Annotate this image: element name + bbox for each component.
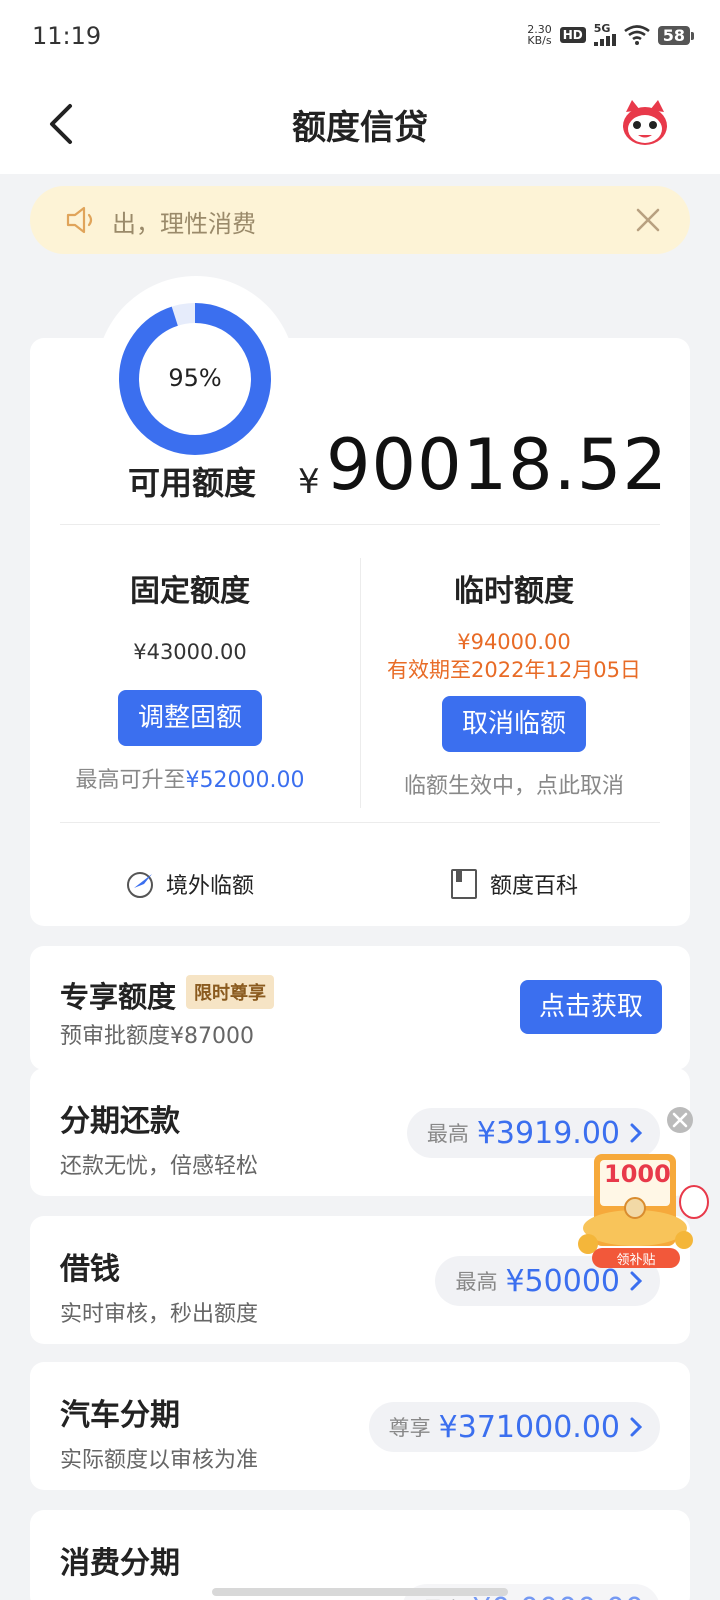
- product-title: 消费分期: [60, 1546, 180, 1581]
- exclusive-credit-title: 专享额度: [60, 980, 177, 1014]
- notice-banner[interactable]: 出，理性消费: [30, 186, 690, 254]
- status-bar: 11:19 2.30 KB/s HD 5G 58: [0, 0, 720, 78]
- get-credit-button[interactable]: 点击获取: [520, 980, 662, 1034]
- battery-icon: 58: [657, 25, 695, 45]
- amount-prefix: 最高: [426, 1122, 469, 1146]
- currency-symbol: ¥: [298, 462, 320, 502]
- ad-label: 领补贴: [616, 1253, 656, 1268]
- list-item[interactable]: 消费分期 最高 ¥0.0000.00: [30, 1510, 690, 1600]
- amount-value: ¥371000.00: [438, 1409, 620, 1445]
- ad-amount: 1000: [604, 1160, 671, 1188]
- fixed-credit-hint: 最高可升至¥52000.00: [40, 762, 340, 794]
- credit-wiki-label: 额度百科: [490, 874, 579, 899]
- fixed-credit-section: 固定额度 ¥43000.00 调整固额 最高可升至¥52000.00: [40, 566, 340, 794]
- book-icon: [451, 869, 477, 899]
- product-title: 分期还款: [60, 1104, 180, 1139]
- exclusive-credit-subtitle: 预审批额度¥87000: [60, 1024, 254, 1049]
- signal-icon: 5G: [593, 22, 616, 46]
- chevron-right-icon: [630, 1271, 643, 1291]
- credit-wiki-link[interactable]: 额度百科: [448, 868, 578, 900]
- amount-prefix: 最高: [455, 1270, 498, 1294]
- subsidy-float-ad[interactable]: 1000 领补贴: [566, 1106, 714, 1272]
- available-credit-amount: 90018.52: [326, 424, 669, 506]
- product-amount-pill[interactable]: 尊享 ¥371000.00: [368, 1402, 660, 1452]
- fixed-credit-amount: ¥43000.00: [133, 640, 247, 664]
- hint-prefix: 最高可升至: [75, 768, 186, 793]
- hd-icon: HD: [559, 27, 586, 43]
- overseas-temp-credit-label: 境外临额: [166, 874, 255, 899]
- product-subtitle: 实际额度以审核为准: [60, 1448, 259, 1473]
- temporary-credit-hint[interactable]: 临额生效中，点此取消: [364, 768, 664, 800]
- product-subtitle: 还款无忧，倍感轻松: [60, 1154, 259, 1179]
- network-speed: 2.30 KB/s: [527, 24, 552, 46]
- temporary-credit-validity: 有效期至2022年12月05日: [387, 658, 641, 682]
- product-subtitle: 实时审核，秒出额度: [60, 1302, 259, 1327]
- overseas-temp-credit-link[interactable]: 境外临额: [124, 868, 254, 900]
- temporary-credit-amount: ¥94000.00: [457, 630, 571, 654]
- divider: [60, 822, 660, 823]
- divider: [60, 524, 660, 525]
- page-title: 额度信贷: [292, 108, 428, 148]
- available-credit-label: 可用额度: [128, 464, 257, 502]
- max-limit-value: ¥52000.00: [185, 768, 305, 793]
- ring-percent: 95%: [168, 364, 222, 392]
- exclusive-credit-card: 专享额度 限时尊享 预审批额度¥87000 点击获取: [30, 946, 690, 1070]
- status-icons: 2.30 KB/s HD 5G 58: [527, 22, 695, 46]
- limited-tag: 限时尊享: [186, 975, 274, 1009]
- status-time: 11:19: [32, 22, 102, 50]
- net-speed-unit: KB/s: [527, 34, 552, 47]
- signal-label: 5G: [593, 22, 611, 35]
- temporary-credit-title: 临时额度: [454, 574, 574, 609]
- chevron-right-icon: [630, 1417, 643, 1437]
- plane-globe-icon: [127, 872, 153, 898]
- notice-text: 出，理性消费: [112, 210, 256, 238]
- mascot-icon[interactable]: [620, 98, 670, 148]
- cancel-temporary-button[interactable]: 取消临额: [441, 696, 586, 752]
- column-divider: [360, 558, 361, 808]
- adjust-fixed-button[interactable]: 调整固额: [117, 690, 262, 746]
- nav-bar: 额度信贷: [0, 78, 720, 174]
- home-indicator: [212, 1588, 508, 1596]
- temporary-credit-section: 临时额度 ¥94000.00 有效期至2022年12月05日 取消临额 临额生效…: [364, 566, 664, 800]
- product-title: 借钱: [60, 1252, 120, 1287]
- speaker-icon: [66, 206, 93, 234]
- product-title: 汽车分期: [60, 1398, 180, 1433]
- close-icon[interactable]: [632, 204, 664, 236]
- amount-prefix: 尊享: [388, 1416, 431, 1440]
- fixed-credit-title: 固定额度: [130, 574, 250, 609]
- red-envelope-icon: [578, 1107, 709, 1268]
- wifi-icon: [623, 25, 650, 45]
- list-item[interactable]: 汽车分期 实际额度以审核为准 尊享 ¥371000.00: [30, 1362, 690, 1490]
